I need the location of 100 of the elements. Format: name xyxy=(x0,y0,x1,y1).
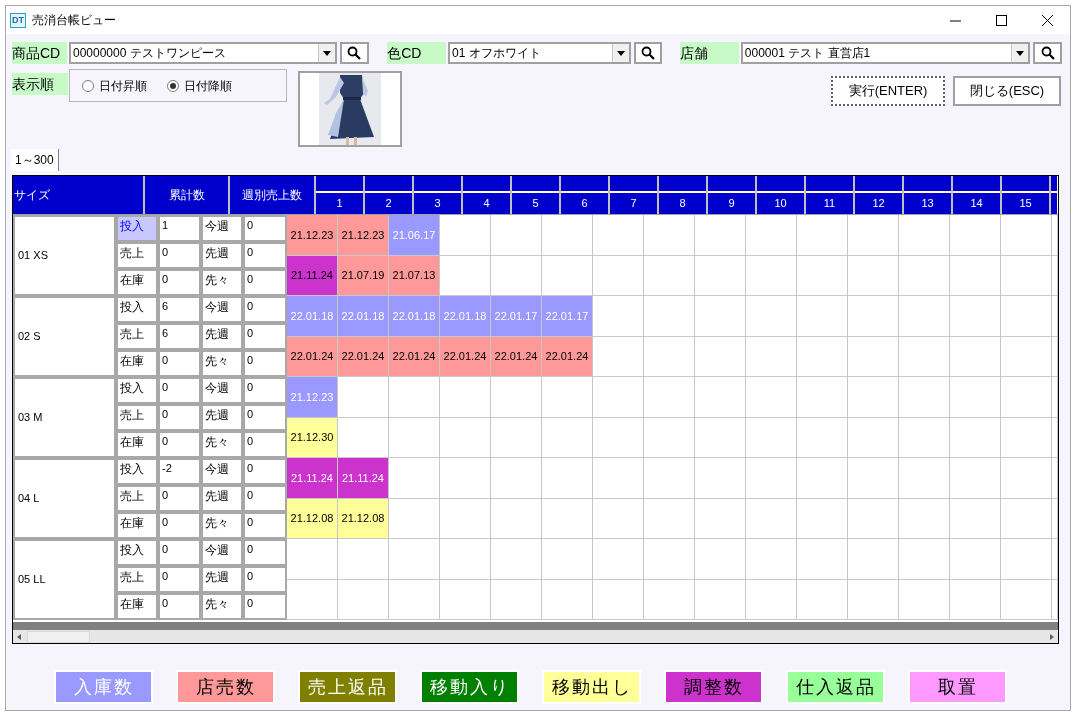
table-cell xyxy=(950,458,1001,499)
table-cell xyxy=(848,498,899,539)
column-header: 13 xyxy=(904,193,951,214)
table-cell[interactable]: 在庫 xyxy=(116,593,158,620)
table-cell xyxy=(695,255,746,296)
legend-item: 店売数 xyxy=(178,672,273,702)
table-cell[interactable]: 投入 xyxy=(116,377,158,404)
table-cell[interactable]: 在庫 xyxy=(116,350,158,377)
column-header: 累計数 xyxy=(145,176,230,214)
table-cell xyxy=(848,417,899,458)
date-cell: 21.12.30 xyxy=(287,417,338,458)
table-cell: 0 xyxy=(243,242,287,269)
table-cell xyxy=(950,336,1001,377)
table-cell xyxy=(797,579,848,620)
table-cell[interactable]: 投入 xyxy=(116,296,158,323)
action-button[interactable]: 閉じる(ESC) xyxy=(953,76,1061,106)
column-header: 12 xyxy=(855,193,902,214)
column-header: 6 xyxy=(561,193,608,214)
filter-combo[interactable]: 00000000 テストワンピース xyxy=(68,42,337,64)
table-cell xyxy=(389,417,440,458)
table-cell xyxy=(644,498,695,539)
column-header: 5 xyxy=(512,193,559,214)
table-cell xyxy=(797,377,848,418)
table-cell xyxy=(746,377,797,418)
table-cell: 6 xyxy=(158,296,201,323)
table-cell xyxy=(899,417,950,458)
table-cell: 先々 xyxy=(201,269,243,296)
table-cell[interactable]: 売上 xyxy=(116,323,158,350)
horizontal-scrollbar[interactable] xyxy=(13,630,1058,643)
table-cell xyxy=(899,215,950,256)
search-button[interactable] xyxy=(1033,42,1062,64)
column-header: 15 xyxy=(1002,193,1049,214)
table-cell xyxy=(542,539,593,580)
column-header: 10 xyxy=(757,193,804,214)
filter-combo[interactable]: 000001 テスト 直営店1 xyxy=(740,42,1031,64)
search-button[interactable] xyxy=(633,42,663,64)
search-button[interactable] xyxy=(340,42,369,64)
table-cell: 0 xyxy=(158,404,201,431)
table-cell: -2 xyxy=(158,458,201,485)
table-cell xyxy=(440,377,491,418)
table-cell xyxy=(491,377,542,418)
table-cell xyxy=(950,498,1001,539)
table-cell[interactable]: 売上 xyxy=(116,566,158,593)
table-cell xyxy=(695,498,746,539)
table-cell xyxy=(389,579,440,620)
legend-item: 売上返品 xyxy=(300,672,395,702)
filter-combo[interactable]: 01 オフホワイト xyxy=(448,42,631,64)
size-cell: 02 S xyxy=(13,296,116,377)
sort-label: 表示順 xyxy=(12,73,68,95)
window-title: 売消台帳ビュー xyxy=(32,12,116,29)
table-cell: 0 xyxy=(243,485,287,512)
table-cell[interactable]: 投入 xyxy=(116,215,158,242)
table-cell xyxy=(542,215,593,256)
radio-option[interactable]: 日付降順 xyxy=(167,76,232,95)
table-cell[interactable]: 投入 xyxy=(116,458,158,485)
table-cell xyxy=(491,458,542,499)
column-header: 週別売上数 xyxy=(230,176,316,214)
radio-button[interactable] xyxy=(82,79,94,92)
table-cell[interactable]: 投入 xyxy=(116,539,158,566)
table-cell xyxy=(1001,498,1052,539)
table-cell xyxy=(491,539,542,580)
date-cell: 21.11.24 xyxy=(338,458,389,499)
size-cell: 03 M xyxy=(13,377,116,458)
table-cell xyxy=(491,579,542,620)
table-cell: 今週 xyxy=(201,215,243,242)
table-cell xyxy=(644,296,695,337)
table-cell xyxy=(848,215,899,256)
tab[interactable]: 1～300 xyxy=(11,149,59,171)
radio-option[interactable]: 日付昇順 xyxy=(82,76,147,95)
table-cell xyxy=(746,539,797,580)
table-cell xyxy=(950,579,1001,620)
table-cell xyxy=(746,458,797,499)
table-cell xyxy=(695,458,746,499)
column-header: 8 xyxy=(659,193,706,214)
date-cell: 22.01.17 xyxy=(491,296,542,337)
table-cell xyxy=(593,255,644,296)
table-cell[interactable]: 売上 xyxy=(116,485,158,512)
maximize-icon xyxy=(995,14,1007,26)
table-cell xyxy=(1001,255,1052,296)
table-cell: 0 xyxy=(243,215,287,242)
scrollbar-thumb[interactable] xyxy=(27,631,90,643)
action-button[interactable]: 実行(ENTER) xyxy=(831,76,945,106)
table-cell xyxy=(1001,579,1052,620)
search-icon xyxy=(1040,46,1055,60)
table-cell: 先週 xyxy=(201,242,243,269)
radio-button[interactable] xyxy=(167,79,179,92)
table-cell[interactable]: 在庫 xyxy=(116,269,158,296)
table-cell xyxy=(797,296,848,337)
table-cell[interactable]: 在庫 xyxy=(116,512,158,539)
table-cell: 0 xyxy=(243,404,287,431)
table-cell xyxy=(644,539,695,580)
dropdown-arrow-icon xyxy=(323,50,331,56)
table-cell[interactable]: 在庫 xyxy=(116,431,158,458)
column-header: サイズ xyxy=(13,176,145,214)
table-cell[interactable]: 売上 xyxy=(116,242,158,269)
table-cell xyxy=(848,458,899,499)
table-cell xyxy=(338,377,389,418)
table-cell[interactable]: 売上 xyxy=(116,404,158,431)
table-cell xyxy=(746,215,797,256)
table-cell: 今週 xyxy=(201,377,243,404)
